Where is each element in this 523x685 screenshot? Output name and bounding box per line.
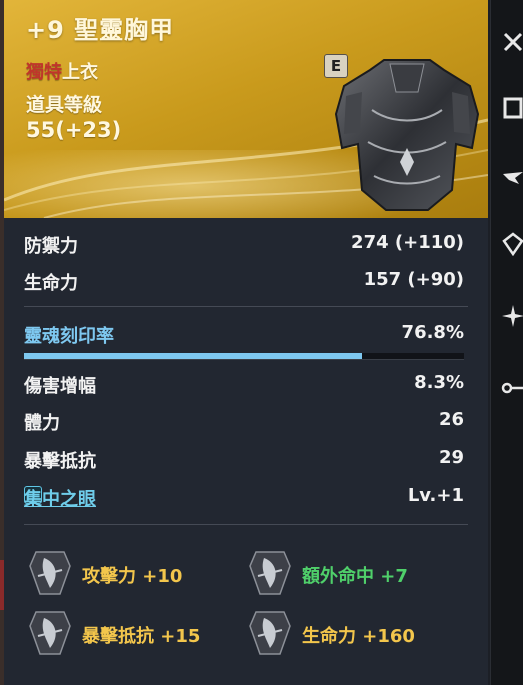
item-slot: 上衣 — [62, 62, 98, 83]
stat-label: 生命力 — [24, 273, 78, 294]
option-label: 傷害增幅 — [24, 376, 96, 397]
bonus-text: 攻擊力 +10 — [82, 566, 183, 587]
gem-icon[interactable] — [501, 232, 523, 256]
divider — [24, 306, 468, 307]
option-value: 26 — [438, 409, 464, 430]
item-tooltip: +9 聖靈胸甲 獨特上衣 道具等級 55(+23) E 防禦力 274 (+11… — [4, 0, 488, 685]
skill-link[interactable]: 集中之眼 — [24, 485, 96, 511]
soul-engraving-bar — [24, 353, 464, 360]
item-type: 獨特上衣 — [26, 58, 98, 84]
option-label: 暴擊抵抗 — [24, 451, 96, 472]
soul-engraving-value: 76.8% — [401, 322, 464, 343]
option-row-crit-resist: 暴擊抵抗 29 — [24, 443, 464, 473]
chest-armor-icon — [334, 59, 480, 211]
wing-icon[interactable] — [501, 166, 523, 190]
option-value: 29 — [438, 447, 464, 468]
soul-engraving-bar-fill — [24, 353, 362, 359]
side-menu-strip — [490, 0, 523, 685]
option-label: 體力 — [24, 413, 60, 434]
stat-label: 防禦力 — [24, 236, 78, 257]
skill-row[interactable]: 集中之眼 Lv.+1 — [24, 481, 464, 511]
crest-icon — [29, 611, 71, 655]
soul-engraving-label: 靈魂刻印率 — [24, 326, 114, 347]
tab-icon[interactable] — [501, 96, 523, 120]
close-icon[interactable] — [501, 30, 523, 54]
option-row-stamina: 體力 26 — [24, 405, 464, 435]
item-title: +9 聖靈胸甲 — [26, 16, 175, 44]
tooltip-header: +9 聖靈胸甲 獨特上衣 道具等級 55(+23) E — [4, 0, 488, 218]
divider — [24, 524, 468, 525]
crest-icon — [249, 551, 291, 595]
soul-engraving-row: 靈魂刻印率 76.8% — [24, 318, 464, 348]
item-level-value: 55(+23) — [26, 118, 122, 142]
stat-row-health: 生命力 157 (+90) — [24, 265, 464, 295]
bonus-text: 生命力 +160 — [302, 626, 415, 647]
bonus-crit-resist: 暴擊抵抗 +15 — [26, 608, 246, 658]
bonus-attack: 攻擊力 +10 — [26, 548, 246, 598]
crest-icon — [249, 611, 291, 655]
bonus-accuracy: 額外命中 +7 — [246, 548, 466, 598]
item-level-label: 道具等級 — [26, 94, 103, 116]
stat-row-defense: 防禦力 274 (+110) — [24, 228, 464, 258]
item-rarity: 獨特 — [26, 62, 62, 83]
option-row-damage-amp: 傷害增幅 8.3% — [24, 368, 464, 398]
bonus-text: 額外命中 +7 — [302, 566, 408, 587]
crest-icon — [29, 551, 71, 595]
option-value: 8.3% — [414, 372, 464, 393]
link-icon[interactable] — [501, 376, 523, 400]
sparkle-icon[interactable] — [501, 304, 523, 328]
skill-level: Lv.+1 — [407, 485, 464, 506]
bonus-text: 暴擊抵抗 +15 — [82, 626, 201, 647]
stat-value: 157 (+90) — [363, 269, 464, 290]
stat-value: 274 (+110) — [351, 232, 464, 253]
bonus-health: 生命力 +160 — [246, 608, 466, 658]
